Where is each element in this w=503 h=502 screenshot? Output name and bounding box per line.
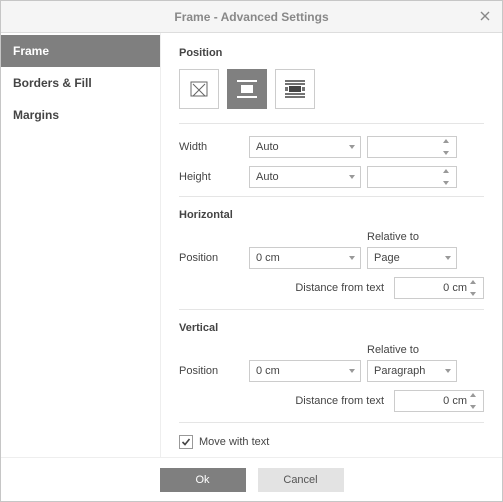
divider [179, 123, 484, 124]
spinner-arrows-icon [443, 139, 453, 155]
sidebar: Frame Borders & Fill Margins [1, 33, 161, 457]
horizontal-distance-spinner[interactable]: 0 cm [394, 277, 484, 299]
dialog-body: Frame Borders & Fill Margins Position [1, 33, 502, 457]
relative-to-label: Relative to [367, 344, 419, 356]
content-panel: Position [161, 33, 502, 457]
height-select[interactable]: Auto [249, 166, 361, 188]
vertical-position-label: Position [179, 365, 243, 377]
width-value: Auto [256, 141, 279, 153]
horizontal-position-label: Position [179, 252, 243, 264]
vertical-heading: Vertical [179, 322, 484, 334]
width-row: Width Auto [179, 136, 484, 158]
vertical-header-row: Relative to [179, 344, 484, 356]
spinner-arrows-icon [470, 280, 480, 296]
cancel-button[interactable]: Cancel [258, 468, 344, 492]
width-label: Width [179, 141, 243, 153]
horizontal-relative-to-select[interactable]: Page [367, 247, 457, 269]
ok-button[interactable]: Ok [160, 468, 246, 492]
wrap-inline-button[interactable] [179, 69, 219, 109]
move-with-text-row: Move with text [179, 435, 484, 449]
vertical-position-select[interactable]: 0 cm [249, 360, 361, 382]
vertical-relative-to-value: Paragraph [374, 365, 425, 377]
horizontal-position-select[interactable]: 0 cm [249, 247, 361, 269]
wrap-square-button[interactable] [227, 69, 267, 109]
spinner-arrows-icon [443, 169, 453, 185]
vertical-position-row: Position 0 cm Paragraph [179, 360, 484, 382]
position-heading: Position [179, 47, 484, 59]
chevron-down-icon [349, 175, 355, 179]
chevron-down-icon [349, 369, 355, 373]
vertical-distance-spinner[interactable]: 0 cm [394, 390, 484, 412]
height-row: Height Auto [179, 166, 484, 188]
move-with-text-label: Move with text [199, 436, 269, 448]
spinner-arrows-icon [470, 393, 480, 409]
wrap-square-icon [235, 78, 259, 100]
width-select[interactable]: Auto [249, 136, 361, 158]
wrap-tight-icon [283, 78, 307, 100]
sidebar-item-label: Frame [13, 44, 49, 58]
dialog-footer: Ok Cancel [1, 457, 502, 501]
chevron-down-icon [349, 145, 355, 149]
wrap-inline-icon [187, 78, 211, 100]
height-spinner[interactable] [367, 166, 457, 188]
height-label: Height [179, 171, 243, 183]
check-icon [181, 437, 191, 447]
horizontal-distance-label: Distance from text [295, 282, 384, 294]
vertical-distance-row: Distance from text 0 cm [179, 390, 484, 412]
vertical-distance-label: Distance from text [295, 395, 384, 407]
ok-button-label: Ok [195, 474, 209, 486]
vertical-relative-to-select[interactable]: Paragraph [367, 360, 457, 382]
dialog-title: Frame - Advanced Settings [174, 10, 328, 24]
height-value: Auto [256, 171, 279, 183]
cancel-button-label: Cancel [283, 474, 317, 486]
horizontal-relative-to-value: Page [374, 252, 400, 264]
sidebar-item-label: Margins [13, 108, 59, 122]
horizontal-distance-row: Distance from text 0 cm [179, 277, 484, 299]
divider [179, 309, 484, 310]
close-icon[interactable] [476, 7, 494, 25]
chevron-down-icon [349, 256, 355, 260]
horizontal-position-value: 0 cm [256, 252, 280, 264]
chevron-down-icon [445, 369, 451, 373]
sidebar-item-label: Borders & Fill [13, 76, 92, 90]
horizontal-position-row: Position 0 cm Page [179, 247, 484, 269]
sidebar-item-frame[interactable]: Frame [1, 35, 160, 67]
sidebar-item-borders-fill[interactable]: Borders & Fill [1, 67, 160, 99]
wrap-tight-button[interactable] [275, 69, 315, 109]
titlebar: Frame - Advanced Settings [1, 1, 502, 33]
divider [179, 422, 484, 423]
horizontal-header-row: Relative to [179, 231, 484, 243]
horizontal-distance-value: 0 cm [443, 282, 467, 294]
wrap-style-group [179, 69, 484, 109]
horizontal-heading: Horizontal [179, 209, 484, 221]
move-with-text-checkbox[interactable] [179, 435, 193, 449]
relative-to-label: Relative to [367, 231, 419, 243]
dialog-frame-advanced-settings: Frame - Advanced Settings Frame Borders … [0, 0, 503, 502]
divider [179, 196, 484, 197]
sidebar-item-margins[interactable]: Margins [1, 99, 160, 131]
vertical-distance-value: 0 cm [443, 395, 467, 407]
chevron-down-icon [445, 256, 451, 260]
width-spinner[interactable] [367, 136, 457, 158]
vertical-position-value: 0 cm [256, 365, 280, 377]
